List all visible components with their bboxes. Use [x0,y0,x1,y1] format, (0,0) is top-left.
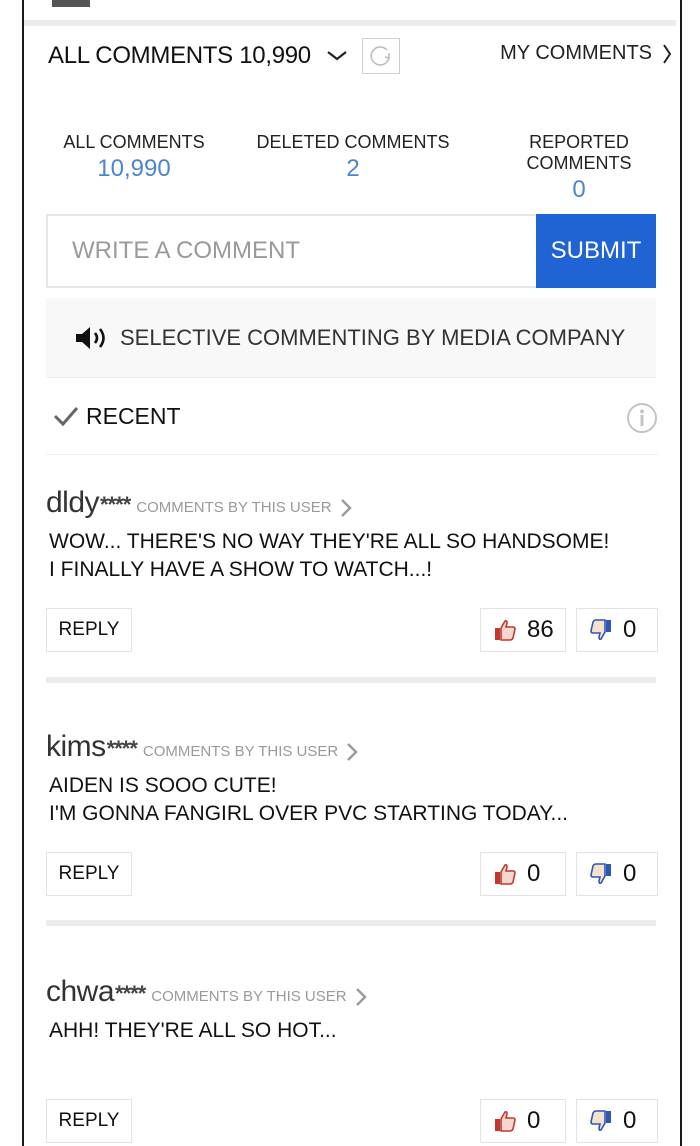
stat-reported-comments: REPORTED COMMENTS 0 [486,132,672,204]
like-count: 86 [527,616,554,643]
username-mask: **** [115,981,146,1006]
comment-actions: REPLY 86 0 [46,608,658,654]
selective-commenting-notice: SELECTIVE COMMENTING BY MEDIA COMPANY [46,298,656,378]
stat-value: 2 [346,155,360,182]
comment-stats: ALL COMMENTS 10,990 DELETED COMMENTS 2 R… [48,132,672,204]
comment-actions: REPLY 0 0 [46,1099,658,1145]
comments-by-user-label: COMMENTS BY THIS USER [142,743,339,760]
dislike-count: 0 [623,860,637,887]
comment-username: chwa [46,975,115,1008]
comments-by-user-link[interactable]: COMMENTS BY THIS USER [143,742,358,762]
chevron-right-icon [347,742,358,761]
section-divider [24,20,676,26]
comments-by-user-label: COMMENTS BY THIS USER [136,499,332,516]
stat-label: DELETED COMMENTS [256,132,450,152]
comment-divider [46,920,656,926]
sort-row: RECENT [46,398,658,455]
comment-username: dldy [46,486,100,519]
chevron-down-icon[interactable] [326,46,348,67]
thumbs-down-icon [590,863,611,885]
stat-value: 10,990 [97,155,171,182]
reply-button[interactable]: REPLY [46,1099,132,1143]
comments-by-user-link[interactable]: COMMENTS BY THIS USER [151,987,367,1007]
thumbs-down-icon [590,619,611,641]
like-button[interactable]: 0 [480,1099,566,1143]
username-mask: **** [106,736,138,761]
comment-item: kims **** COMMENTS BY THIS USER AIDEN IS… [46,730,658,828]
comment-input[interactable] [46,214,536,288]
submit-button[interactable]: SUBMIT [536,214,656,288]
checkmark-icon [53,407,79,427]
dislike-count: 0 [623,616,637,643]
thumbs-down-icon [590,1110,611,1132]
stat-all-comments: ALL COMMENTS 10,990 [48,132,220,204]
all-comments-dropdown[interactable]: ALL COMMENTS 10,990 [48,42,311,70]
sort-recent-option[interactable]: RECENT [86,403,181,430]
comment-text: AHH! THEY'RE ALL SO HOT... [49,1017,658,1045]
comment-line: WOW... THERE'S NO WAY THEY'RE ALL SO HAN… [49,530,610,553]
refresh-icon [370,46,390,66]
comment-text: AIDEN IS SOOO CUTE! I'M GONNA FANGIRL OV… [49,772,658,828]
comment-actions: REPLY 0 0 [46,852,658,898]
comment-item: dldy **** COMMENTS BY THIS USER WOW... T… [46,486,658,584]
comment-line: I FINALLY HAVE A SHOW TO WATCH...! [49,558,433,581]
chevron-right-icon [355,987,367,1006]
comments-header: ALL COMMENTS 10,990 MY COMMENTS [48,38,672,76]
stat-label: REPORTED COMMENTS [526,132,632,173]
thumbs-up-icon [495,1110,516,1132]
like-button[interactable]: 86 [480,608,566,652]
info-icon[interactable] [626,402,658,434]
comment-divider [46,677,656,683]
thumbs-up-icon [495,619,516,641]
like-button[interactable]: 0 [480,852,566,896]
like-count: 0 [527,1107,541,1134]
stat-value: 0 [572,176,586,203]
like-count: 0 [527,860,541,887]
reply-button[interactable]: REPLY [46,852,132,896]
chevron-right-icon [340,498,352,517]
comment-text: WOW... THERE'S NO WAY THEY'RE ALL SO HAN… [49,528,658,584]
comments-by-user-label: COMMENTS BY THIS USER [151,988,347,1005]
reply-button[interactable]: REPLY [46,608,132,652]
dislike-button[interactable]: 0 [576,852,658,896]
chevron-right-icon [663,43,672,64]
username-mask: **** [100,492,131,517]
comment-line: I'M GONNA FANGIRL OVER PVC STARTING TODA… [49,802,569,825]
stat-label: ALL COMMENTS [63,132,205,152]
comment-username: kims [46,730,106,763]
comments-by-user-link[interactable]: COMMENTS BY THIS USER [136,498,352,518]
comment-line: AIDEN IS SOOO CUTE! [49,774,277,797]
comment-line: AHH! THEY'RE ALL SO HOT... [49,1019,337,1042]
notice-text: SELECTIVE COMMENTING BY MEDIA COMPANY [120,324,626,350]
comment-form: SUBMIT [46,214,656,288]
dislike-button[interactable]: 0 [576,608,658,652]
my-comments-label: MY COMMENTS [500,42,652,64]
stat-deleted-comments: DELETED COMMENTS 2 [220,132,486,204]
thumbs-up-icon [495,863,516,885]
speaker-icon [76,326,105,349]
refresh-button[interactable] [362,38,400,74]
comment-item: chwa **** COMMENTS BY THIS USER AHH! THE… [46,975,658,1045]
top-tab-indicator [52,0,90,7]
dislike-button[interactable]: 0 [576,1099,658,1143]
dislike-count: 0 [623,1107,637,1134]
my-comments-link[interactable]: MY COMMENTS [500,42,672,65]
